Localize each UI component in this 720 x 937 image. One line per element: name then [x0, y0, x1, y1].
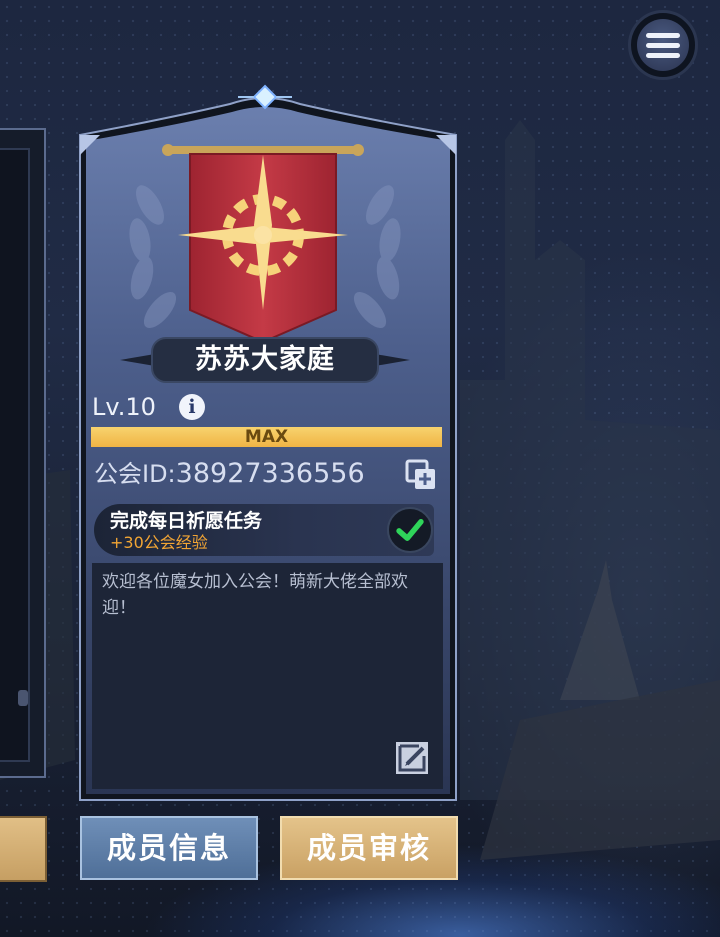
- guild-name: 苏苏大家庭: [195, 344, 335, 375]
- guild-notice-text: 欢迎各位魔女加入公会！萌新大佬全部欢迎！: [102, 572, 408, 618]
- guild-id-label: 公会ID:: [94, 460, 176, 488]
- member-review-button[interactable]: 成员审核: [280, 816, 458, 880]
- edit-icon[interactable]: [395, 738, 429, 776]
- info-icon[interactable]: i: [179, 394, 205, 420]
- daily-task-box: 完成每日祈愿任务 +30公会经验: [94, 504, 434, 556]
- guild-id-value: 38927336556: [175, 458, 365, 489]
- xp-label: MAX: [244, 427, 289, 447]
- checkmark-icon: [387, 507, 433, 553]
- guild-notice-box: 欢迎各位魔女加入公会！萌新大佬全部欢迎！: [92, 563, 443, 789]
- member-info-button[interactable]: 成员信息: [80, 816, 258, 880]
- guild-level: Lv.10: [92, 393, 156, 421]
- task-reward: +30公会经验: [110, 533, 208, 552]
- copy-icon[interactable]: [405, 459, 437, 491]
- xp-progress-bar: MAX: [91, 427, 442, 447]
- task-title: 完成每日祈愿任务: [110, 510, 263, 532]
- guild-id-row: 公会ID:38927336556: [94, 456, 365, 492]
